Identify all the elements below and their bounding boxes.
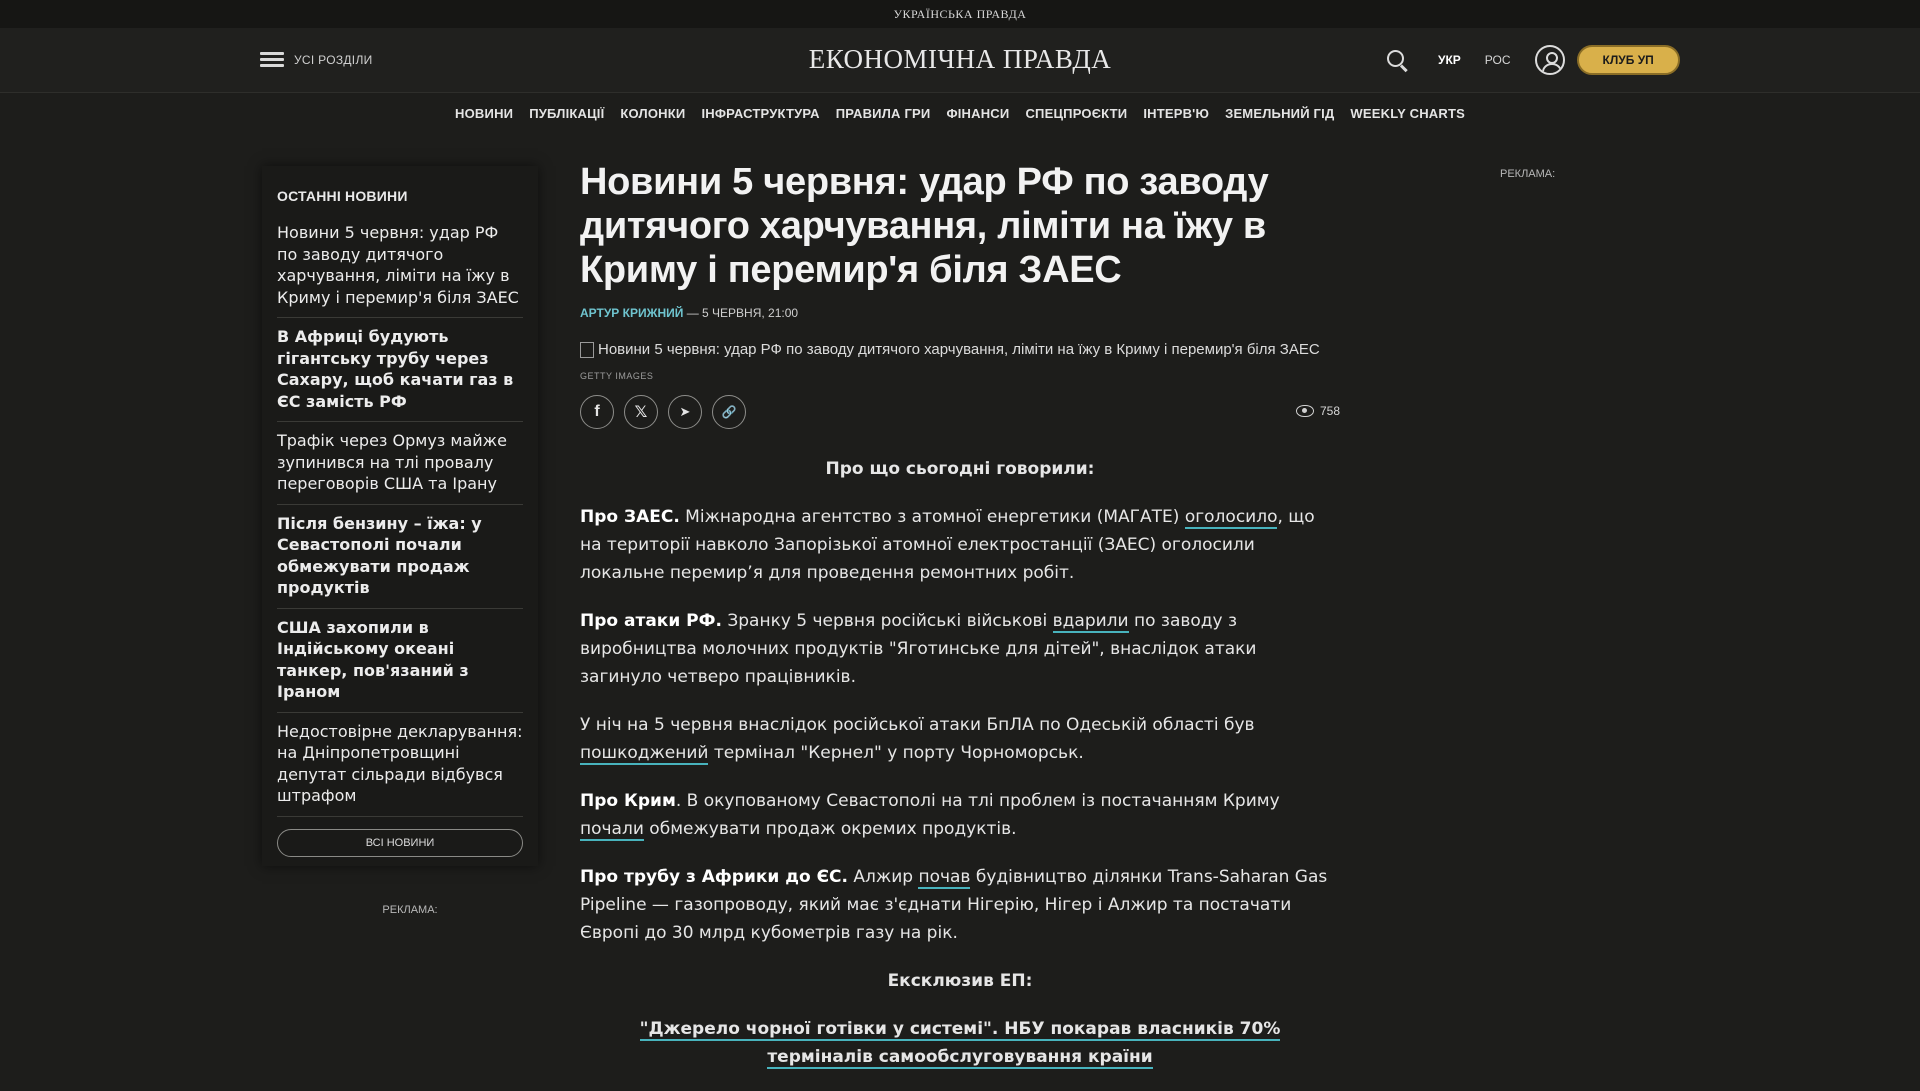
article-paragraph: У ніч на 5 червня внаслідок російської а… xyxy=(580,711,1340,767)
article-date: — 5 ЧЕРВНЯ, 21:00 xyxy=(683,306,799,320)
nav-item-rules[interactable]: ПРАВИЛА ГРИ xyxy=(836,106,931,121)
exclusive-heading: Ексклюзив ЕП: xyxy=(887,971,1033,991)
article-paragraph: Про атаки РФ. Зранку 5 червня російські … xyxy=(580,607,1340,691)
latest-news-item[interactable]: Трафік через Ормуз майже зупинився на тл… xyxy=(277,422,523,505)
article-inline-link[interactable]: почали xyxy=(580,819,644,841)
paragraph-text: Зранку 5 червня російські військові xyxy=(721,611,1053,631)
paragraph-text: обмежувати продаж окремих продуктів. xyxy=(643,819,1017,839)
exclusive-block: "Джерело чорної готівки у системі". НБУ … xyxy=(580,1015,1340,1071)
broken-image-icon xyxy=(580,342,594,358)
link-icon: 🔗 xyxy=(721,405,737,419)
lang-ros-link[interactable]: РОС xyxy=(1485,53,1511,67)
all-sections-button[interactable]: УСІ РОЗДІЛИ xyxy=(260,48,373,72)
latest-news-title: ОСТАННІ НОВИНИ xyxy=(277,188,408,204)
up-brand-link[interactable]: УКРАЇНСЬКА ПРАВДА xyxy=(894,7,1027,22)
all-sections-label: УСІ РОЗДІЛИ xyxy=(294,53,373,67)
paragraph-text: Міжнародна агентство з атомної енергетик… xyxy=(679,507,1185,527)
paragraph-lead: Про Крим xyxy=(580,791,676,811)
article-inline-link[interactable]: почав xyxy=(918,867,971,889)
latest-news-sidebar: ОСТАННІ НОВИНИ Новини 5 червня: удар РФ … xyxy=(262,166,538,866)
article-image: Новини 5 червня: удар РФ по заводу дитяч… xyxy=(580,340,1340,359)
paragraph-text: У ніч на 5 червня внаслідок російської а… xyxy=(580,715,1255,735)
all-news-button[interactable]: ВСІ НОВИНИ xyxy=(277,828,523,857)
nav-item-publications[interactable]: ПУБЛІКАЦІЇ xyxy=(529,106,604,121)
facebook-icon: f xyxy=(594,403,600,420)
nav-item-columns[interactable]: КОЛОНКИ xyxy=(620,106,685,121)
ad-label-right: РЕКЛАМА: xyxy=(1500,168,1556,180)
article-inline-link[interactable]: оголосило xyxy=(1184,507,1278,529)
search-icon[interactable] xyxy=(1386,49,1408,73)
article-body: Про що сьогодні говорили: Про ЗАЕС. Міжн… xyxy=(580,455,1340,1071)
paragraph-lead: Про трубу з Африки до ЄС. xyxy=(580,867,848,887)
nav-item-finance[interactable]: ФІНАНСИ xyxy=(946,106,1009,121)
views-counter: 758 xyxy=(1295,404,1340,418)
latest-news-item[interactable]: Після бензину – їжа: у Севастополі почал… xyxy=(277,505,523,609)
nav-item-specprojects[interactable]: СПЕЦПРОЄКТИ xyxy=(1025,106,1127,121)
latest-news-item[interactable]: Недостовірне декларування: на Дніпропетр… xyxy=(277,713,523,817)
article-image-alt: Новини 5 червня: удар РФ по заводу дитяч… xyxy=(598,341,1320,358)
article-paragraph: Про Крим. В окупованому Севастополі на т… xyxy=(580,787,1340,843)
club-up-button[interactable]: КЛУБ УП xyxy=(1576,45,1680,75)
telegram-icon: ➤ xyxy=(679,404,691,419)
author-link[interactable]: АРТУР КРИЖНИЙ xyxy=(580,306,683,320)
telegram-share-button[interactable]: ➤ xyxy=(668,395,702,429)
lang-ukr-link[interactable]: УКР xyxy=(1438,53,1461,67)
facebook-share-button[interactable]: f xyxy=(580,395,614,429)
paragraph-lead: Про ЗАЕС. xyxy=(580,507,680,527)
article-title: Новини 5 червня: удар РФ по заводу дитяч… xyxy=(580,161,1269,291)
paragraph-lead: Про атаки РФ. xyxy=(580,611,722,631)
nav-item-weekly-charts[interactable]: WEEKLY CHARTS xyxy=(1350,106,1465,121)
article-inline-link[interactable]: вдарили xyxy=(1052,611,1129,633)
paragraph-text: термінал "Кернел" у порту Чорноморськ. xyxy=(708,743,1084,763)
user-icon[interactable] xyxy=(1534,45,1565,75)
nav-item-interview[interactable]: ІНТЕРВ'Ю xyxy=(1143,106,1209,121)
latest-news-item[interactable]: В Африці будують гігантську трубу через … xyxy=(277,318,523,422)
ad-label-left: РЕКЛАМА: xyxy=(382,904,438,916)
eye-icon xyxy=(1295,405,1314,417)
views-count: 758 xyxy=(1319,404,1340,418)
top-strip: УКРАЇНСЬКА ПРАВДА xyxy=(0,0,1920,29)
site-logo[interactable]: ЕКОНОМІЧНА ПРАВДА xyxy=(760,44,1160,75)
image-credit: GETTY IMAGES xyxy=(580,371,654,381)
paragraph-text: Алжир xyxy=(847,867,919,887)
article-paragraph: Про ЗАЕС. Міжнародна агентство з атомної… xyxy=(580,503,1340,587)
x-share-button[interactable]: 𝕏 xyxy=(624,395,658,429)
article-meta: АРТУР КРИЖНИЙ — 5 ЧЕРВНЯ, 21:00 xyxy=(580,306,1340,320)
article-intro: Про що сьогодні говорили: xyxy=(825,459,1095,479)
article: Новини 5 червня: удар РФ по заводу дитяч… xyxy=(580,160,1340,1091)
article-inline-link[interactable]: пошкоджений xyxy=(580,743,709,765)
nav-item-news[interactable]: НОВИНИ xyxy=(455,106,513,121)
exclusive-link[interactable]: "Джерело чорної готівки у системі". НБУ … xyxy=(639,1019,1281,1069)
article-paragraph: Про трубу з Африки до ЄС. Алжир почав бу… xyxy=(580,863,1340,947)
header-actions: УКР РОС КЛУБ УП xyxy=(1386,42,1680,78)
site-header: УСІ РОЗДІЛИ ЕКОНОМІЧНА ПРАВДА УКР РОС КЛ… xyxy=(0,28,1920,93)
menu-icon xyxy=(260,52,284,68)
nav-item-land-guide[interactable]: ЗЕМЕЛЬНИЙ ГІД xyxy=(1225,106,1334,121)
share-bar: f 𝕏 ➤ 🔗 758 xyxy=(580,395,1340,431)
nav-item-infrastructure[interactable]: ІНФРАСТРУКТУРА xyxy=(701,106,819,121)
x-icon: 𝕏 xyxy=(634,404,648,421)
latest-news-item[interactable]: Новини 5 червня: удар РФ по заводу дитяч… xyxy=(277,214,523,318)
copy-link-button[interactable]: 🔗 xyxy=(712,395,746,429)
paragraph-text: . В окупованому Севастополі на тлі пробл… xyxy=(675,791,1280,811)
main-nav: НОВИНИ ПУБЛІКАЦІЇ КОЛОНКИ ІНФРАСТРУКТУРА… xyxy=(0,96,1920,130)
latest-news-item[interactable]: США захопили в Індійському океані танкер… xyxy=(277,609,523,713)
